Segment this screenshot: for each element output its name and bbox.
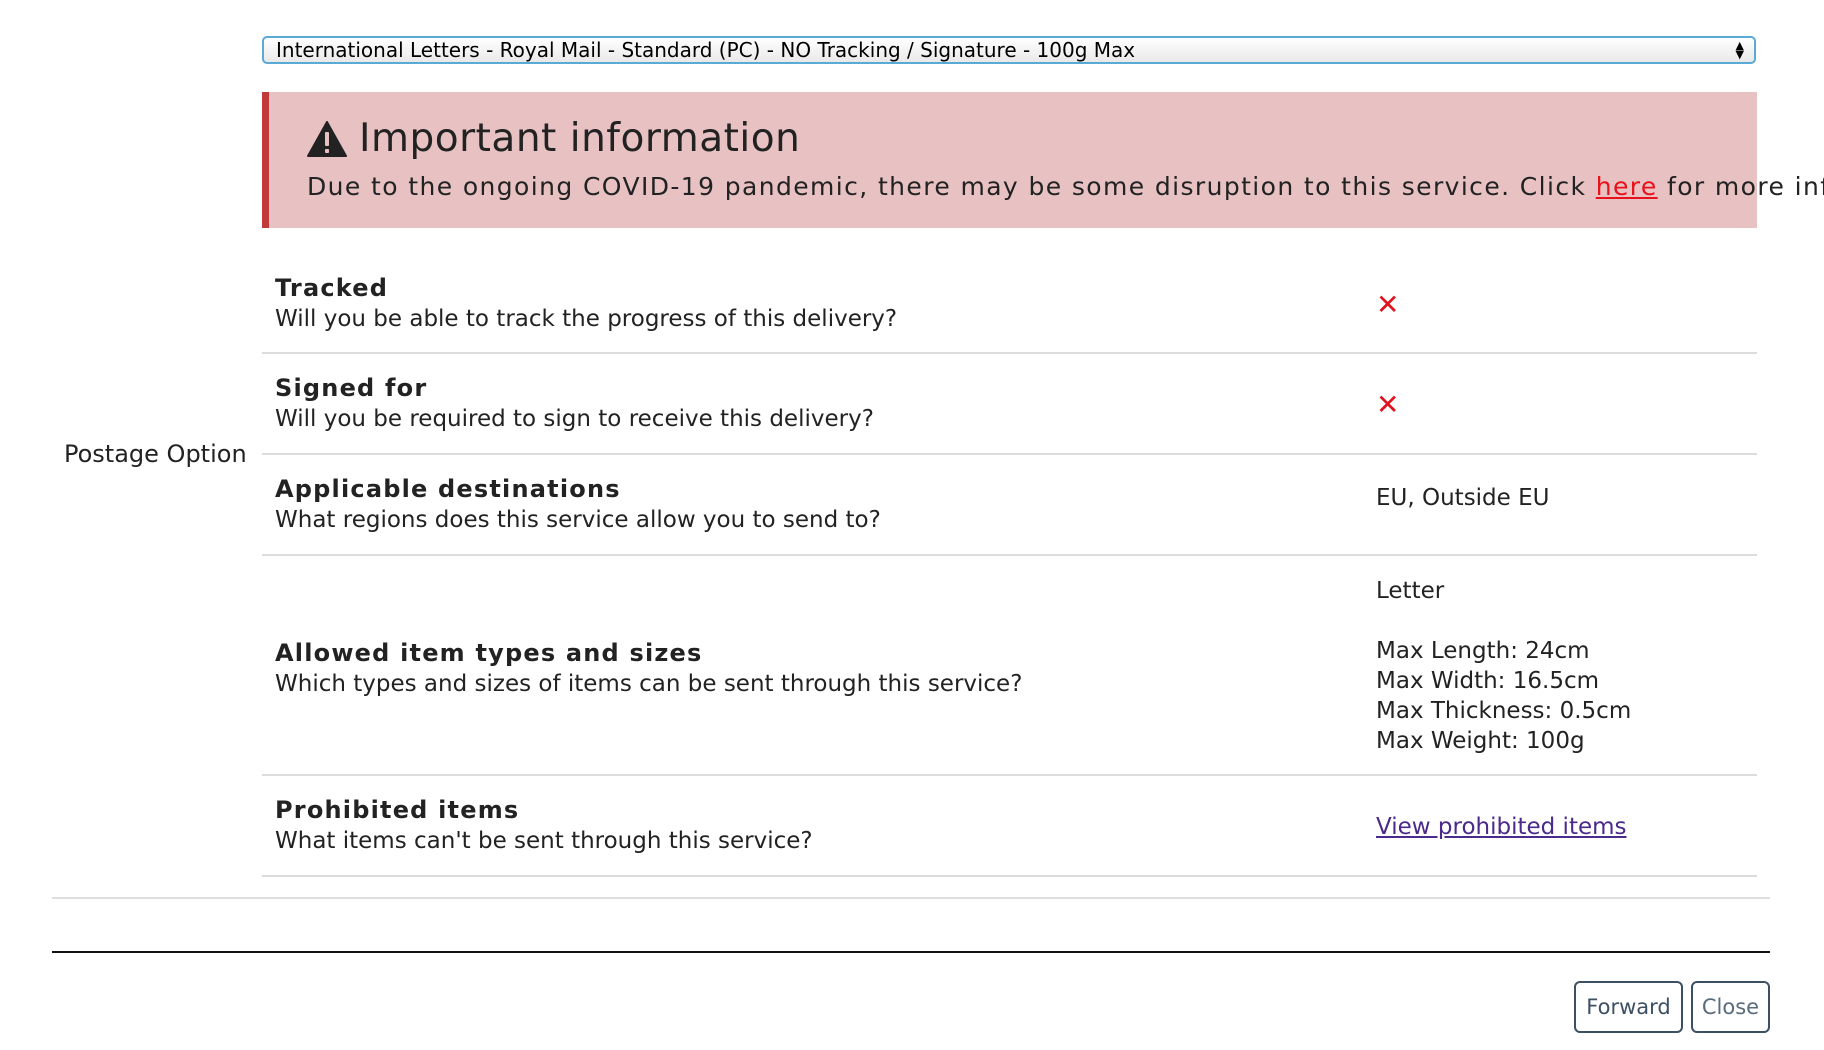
max-width-value: Max Width: 16.5cm (1376, 668, 1600, 694)
max-weight-value: Max Weight: 100g (1376, 728, 1585, 754)
view-prohibited-items-link[interactable]: View prohibited items (1376, 812, 1627, 842)
prohibited-title: Prohibited items (275, 796, 520, 824)
section-divider (52, 897, 1770, 899)
item-types-row: Allowed item types and sizes Which types… (262, 556, 1757, 776)
forward-button[interactable]: Forward (1574, 981, 1683, 1033)
important-information-alert: Important information Due to the ongoing… (262, 92, 1824, 228)
signed-for-title: Signed for (275, 374, 428, 402)
destinations-description: What regions does this service allow you… (275, 507, 881, 533)
prohibited-description: What items can't be sent through this se… (275, 828, 813, 854)
tracked-row: Tracked Will you be able to track the pr… (262, 264, 1757, 354)
alert-title: Important information (307, 116, 800, 161)
signed-for-description: Will you be required to sign to receive … (275, 406, 874, 432)
selected-option-text: International Letters - Royal Mail - Sta… (276, 38, 1136, 62)
tracked-title: Tracked (275, 274, 389, 302)
max-thickness-value: Max Thickness: 0.5cm (1376, 698, 1632, 724)
postage-option-label: Postage Option (64, 440, 247, 468)
destinations-value: EU, Outside EU (1376, 485, 1550, 511)
warning-icon (307, 120, 347, 157)
destinations-row: Applicable destinations What regions doe… (262, 455, 1757, 556)
prohibited-row: Prohibited items What items can't be sen… (262, 776, 1757, 877)
alert-text-before: Due to the ongoing COVID-19 pandemic, th… (307, 172, 1596, 201)
select-arrows-icon: ▲ ▼ (1735, 39, 1744, 61)
tracked-cross-icon: ✕ (1376, 288, 1400, 321)
item-types-description: Which types and sizes of items can be se… (275, 671, 1023, 697)
item-types-title: Allowed item types and sizes (275, 639, 703, 667)
signed-for-row: Signed for Will you be required to sign … (262, 354, 1757, 455)
service-details-table: Tracked Will you be able to track the pr… (262, 264, 1757, 877)
postage-option-select[interactable]: International Letters - Royal Mail - Sta… (262, 36, 1756, 64)
tracked-description: Will you be able to track the progress o… (275, 306, 898, 332)
alert-here-link[interactable]: here (1596, 172, 1658, 201)
close-button[interactable]: Close (1691, 981, 1770, 1033)
footer-divider (52, 951, 1770, 953)
max-length-value: Max Length: 24cm (1376, 638, 1590, 664)
signed-for-cross-icon: ✕ (1376, 388, 1400, 421)
alert-message: Due to the ongoing COVID-19 pandemic, th… (307, 172, 1824, 201)
alert-title-text: Important information (359, 116, 801, 161)
alert-text-after: for more info. (1667, 172, 1824, 201)
destinations-title: Applicable destinations (275, 475, 621, 503)
item-type-value: Letter (1376, 578, 1445, 604)
